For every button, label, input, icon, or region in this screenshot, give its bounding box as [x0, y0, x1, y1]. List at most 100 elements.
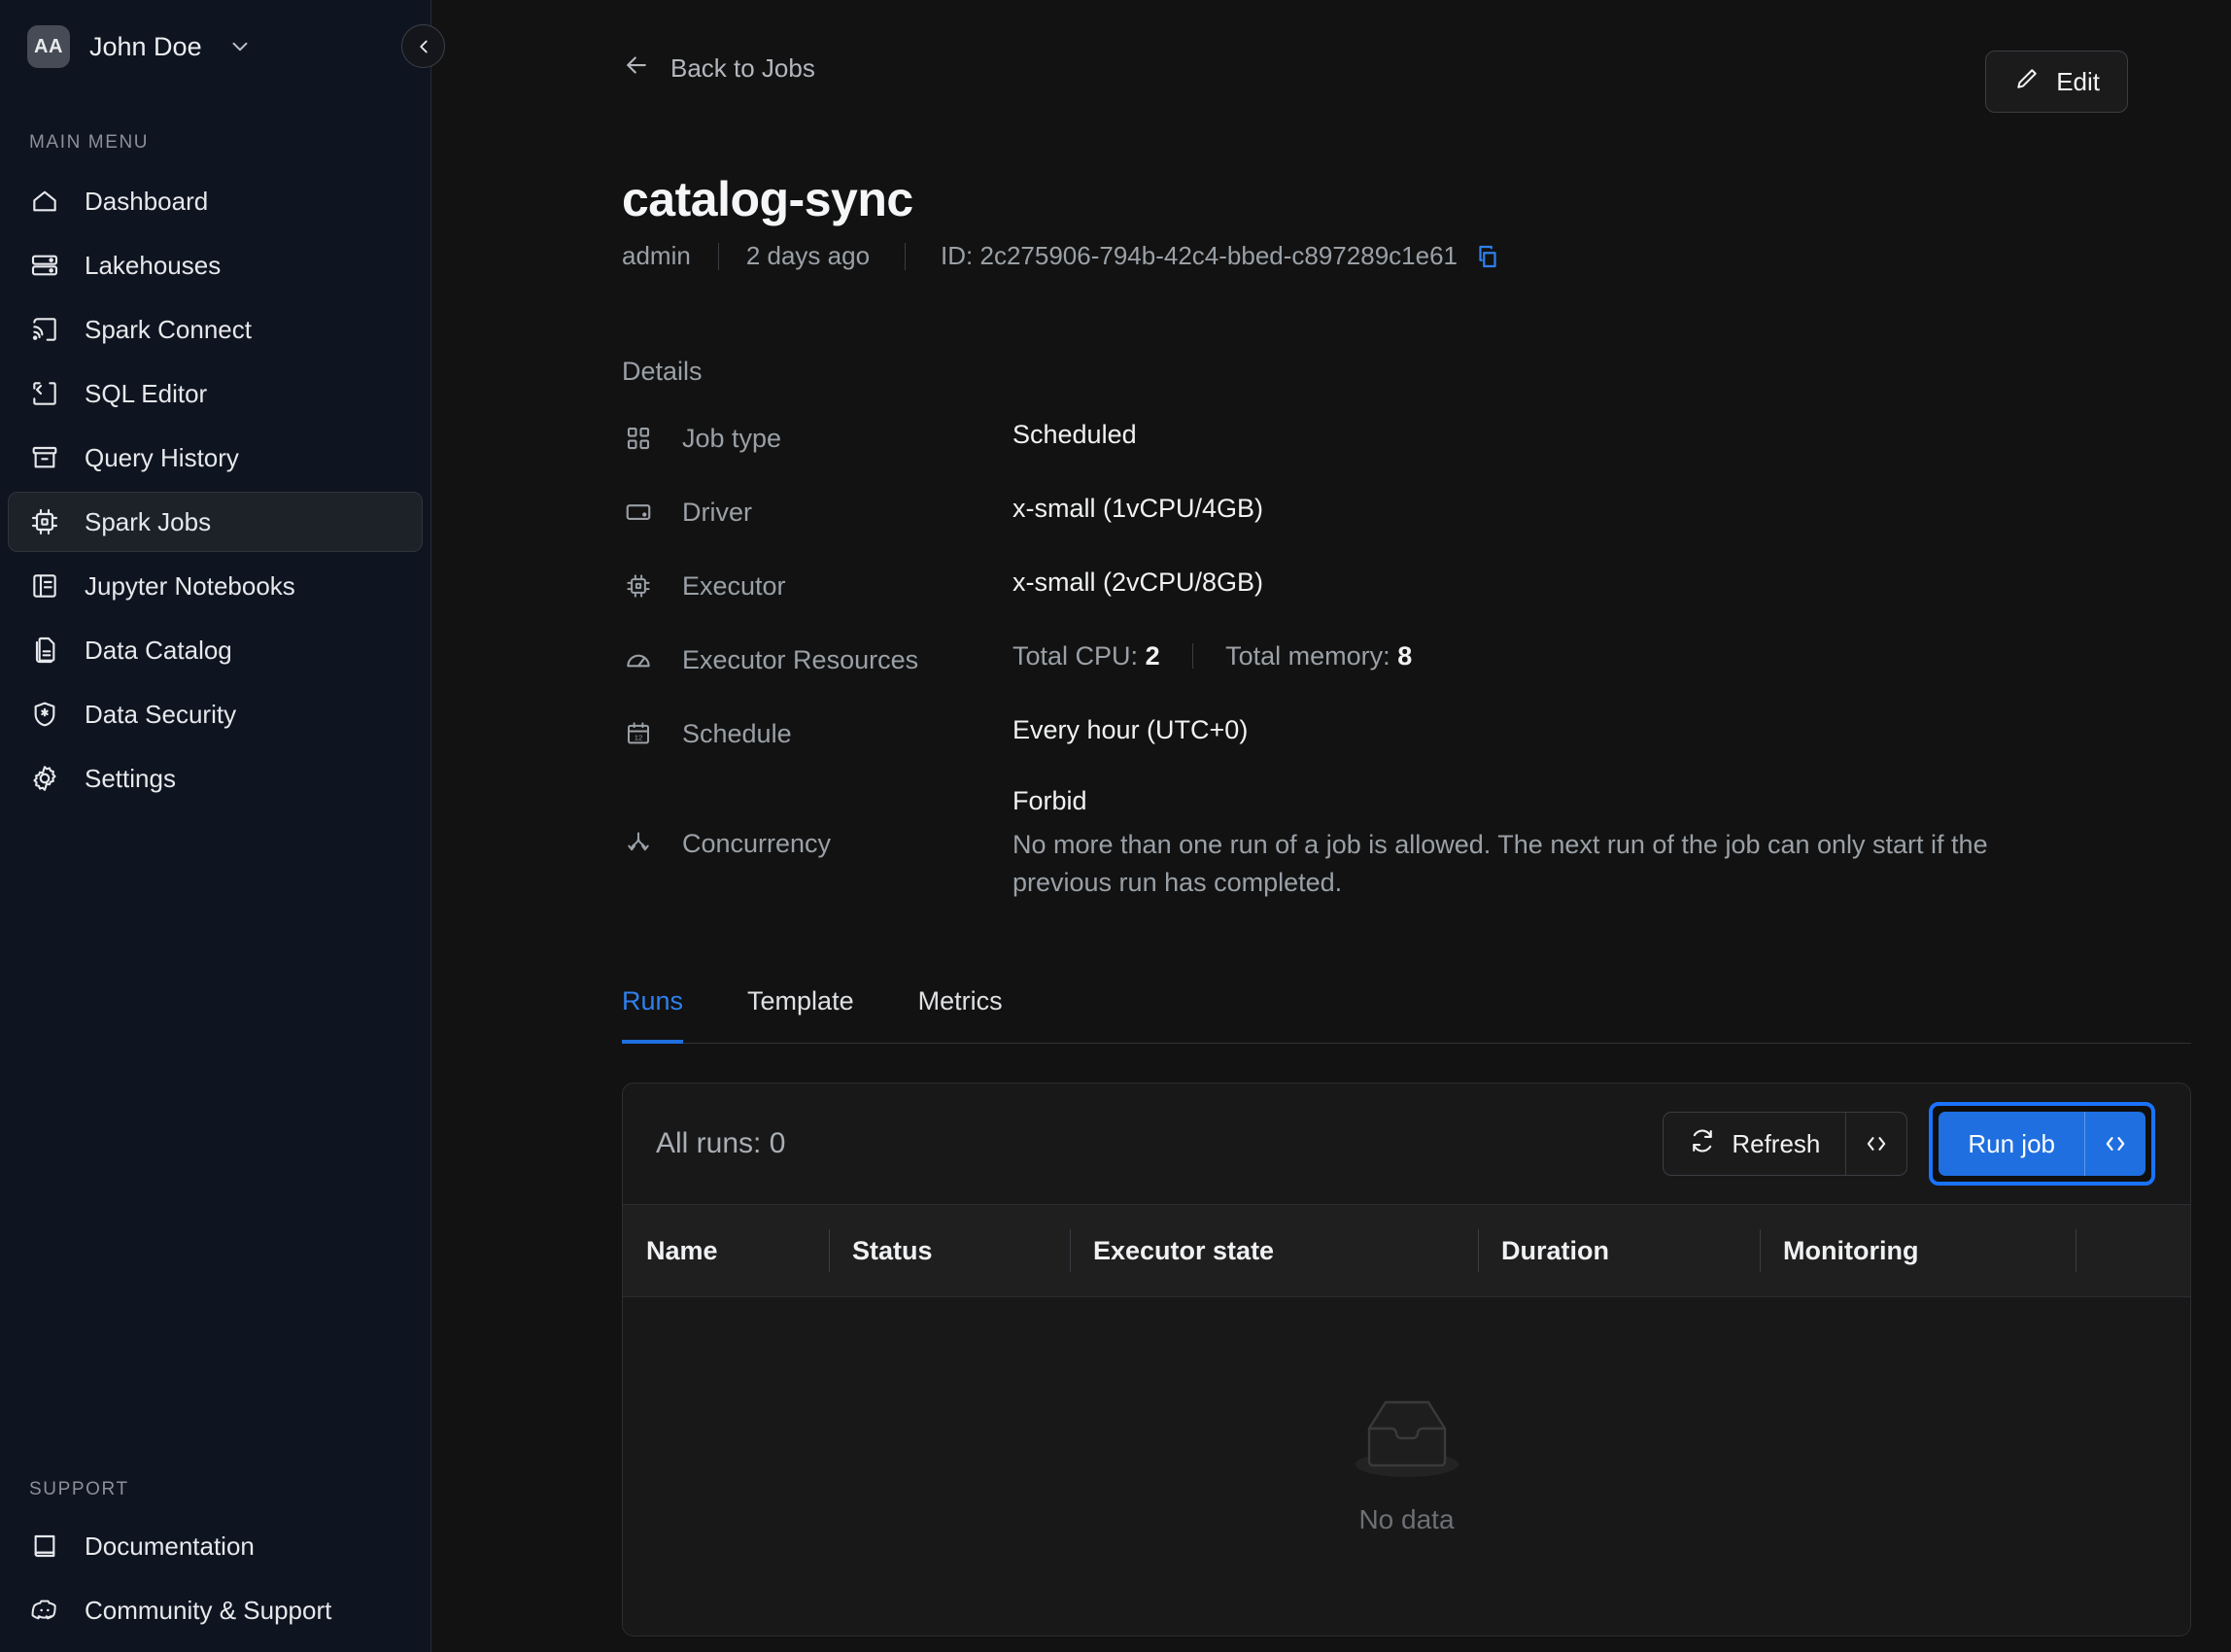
runs-card: All runs: 0 Refresh Run job Name Status … [622, 1083, 2191, 1636]
sidebar-item-data-security[interactable]: Data Security [8, 684, 423, 744]
detail-row-executor: Executor x-small (2vCPU/8GB) [622, 564, 2231, 637]
sidebar-item-label: Data Catalog [85, 635, 232, 665]
total-cpu-label: Total CPU: [1013, 641, 1139, 671]
driver-icon [622, 496, 655, 529]
branch-icon [622, 827, 655, 860]
meta-divider [905, 242, 907, 270]
main-content: Back to Jobs Edit catalog-sync admin 2 d… [431, 0, 2231, 1652]
archive-icon [28, 441, 61, 474]
column-header-executor-state: Executor state [1070, 1204, 1478, 1297]
grid-icon [622, 422, 655, 455]
arrow-left-icon [622, 51, 651, 86]
page-title: catalog-sync [622, 172, 913, 226]
detail-value: x-small (2vCPU/8GB) [1013, 568, 1264, 597]
sidebar-item-jupyter-notebooks[interactable]: Jupyter Notebooks [8, 556, 423, 616]
all-runs-count: All runs: 0 [656, 1127, 786, 1159]
calendar-icon: 12 [622, 717, 655, 750]
sidebar-item-label: Jupyter Notebooks [85, 570, 295, 601]
pencil-icon [2013, 65, 2041, 99]
sidebar-item-sql-editor[interactable]: SQL Editor [8, 363, 423, 424]
detail-key: Schedule [682, 718, 792, 748]
concurrency-title: Forbid [1013, 786, 1087, 816]
refresh-label: Refresh [1732, 1128, 1821, 1158]
column-header-duration: Duration [1478, 1204, 1760, 1297]
detail-row-schedule: 12 Schedule Every hour (UTC+0) [622, 711, 2231, 785]
sidebar-item-label: Lakehouses [85, 250, 222, 280]
svg-text:12: 12 [635, 733, 643, 741]
run-job-button[interactable]: Run job [1939, 1112, 2084, 1176]
sidebar-item-label: Community & Support [85, 1595, 332, 1625]
main-nav: Dashboard Lakehouses Spark Connect SQL E… [0, 171, 430, 809]
sidebar-item-lakehouses[interactable]: Lakehouses [8, 235, 423, 295]
runs-table-header: Name Status Executor state Duration Moni… [623, 1204, 2190, 1297]
empty-state: No data [1346, 1389, 1468, 1535]
detail-value-resources: Total CPU: 2 Total memory: 8 [1013, 637, 1412, 671]
support-label: SUPPORT [29, 1479, 129, 1499]
sidebar-item-spark-jobs[interactable]: Spark Jobs [8, 492, 423, 552]
total-memory-label: Total memory: [1225, 641, 1390, 671]
sidebar-collapse-button[interactable] [401, 24, 445, 68]
tab-runs[interactable]: Runs [622, 986, 684, 1044]
detail-value: Every hour (UTC+0) [1013, 715, 1249, 744]
cpu-icon [28, 505, 61, 538]
runs-table-body: No data [623, 1297, 2190, 1635]
cpu-icon [622, 569, 655, 602]
detail-key: Concurrency [682, 828, 832, 858]
sidebar-item-label: SQL Editor [85, 378, 208, 408]
inbox-icon [1346, 1389, 1468, 1495]
sidebar-item-query-history[interactable]: Query History [8, 428, 423, 488]
app-root: AA John Doe MAIN MENU Dashboard Lakehous… [0, 0, 2231, 1652]
avatar: AA [27, 25, 70, 68]
job-updated: 2 days ago [745, 241, 871, 270]
edit-label: Edit [2056, 66, 2100, 96]
detail-value: x-small (1vCPU/4GB) [1013, 494, 1264, 523]
edit-button[interactable]: Edit [1985, 51, 2128, 113]
tab-metrics[interactable]: Metrics [918, 986, 1003, 1044]
refresh-code-button[interactable] [1846, 1113, 1906, 1175]
shield-star-icon [28, 698, 61, 731]
column-header-actions [2076, 1204, 2190, 1297]
back-to-jobs-link[interactable]: Back to Jobs [622, 51, 815, 86]
detail-row-executor-resources: Executor Resources Total CPU: 2 Total me… [622, 637, 2231, 711]
copy-icon[interactable] [1473, 242, 1502, 271]
user-menu[interactable]: AA John Doe [0, 0, 430, 72]
sidebar-item-settings[interactable]: Settings [8, 748, 423, 809]
run-job-code-button[interactable] [2085, 1112, 2145, 1176]
concurrency-value: Forbid No more than one run of a job is … [1013, 786, 2077, 901]
total-cpu-value: 2 [1145, 641, 1160, 671]
run-job-label: Run job [1968, 1128, 2055, 1158]
sidebar-item-label: Dashboard [85, 186, 209, 216]
home-icon [28, 185, 61, 218]
support-nav: Documentation Community & Support [0, 1516, 430, 1640]
detail-key: Driver [682, 497, 752, 527]
refresh-split-button[interactable]: Refresh [1663, 1112, 1908, 1176]
sidebar-item-dashboard[interactable]: Dashboard [8, 171, 423, 231]
book-icon [28, 1530, 61, 1563]
total-memory-value: 8 [1397, 641, 1413, 671]
notebook-icon [28, 569, 61, 602]
runs-card-header: All runs: 0 Refresh Run job [623, 1084, 2190, 1204]
sidebar-item-spark-connect[interactable]: Spark Connect [8, 299, 423, 360]
run-job-split-button[interactable]: Run job [1939, 1112, 2145, 1176]
refresh-button[interactable]: Refresh [1664, 1113, 1845, 1175]
detail-key: Executor [682, 570, 786, 601]
detail-key: Executor Resources [682, 644, 919, 674]
sidebar-item-community-support[interactable]: Community & Support [8, 1580, 423, 1640]
column-header-monitoring: Monitoring [1760, 1204, 2076, 1297]
discord-icon [28, 1594, 61, 1627]
sidebar-item-documentation[interactable]: Documentation [8, 1516, 423, 1576]
tab-template[interactable]: Template [747, 986, 854, 1044]
details-list: Job type Scheduled Driver x-small (1vCPU… [622, 416, 2231, 902]
refresh-icon [1689, 1127, 1716, 1161]
chevron-down-icon [227, 34, 253, 59]
main-menu-section: MAIN MENU Dashboard Lakehouses Spark Con… [0, 132, 430, 809]
sidebar-item-label: Documentation [85, 1531, 255, 1561]
database-icon [28, 249, 61, 282]
code-square-icon [28, 377, 61, 410]
gauge-icon [622, 643, 655, 676]
sidebar-item-label: Query History [85, 442, 239, 472]
sidebar-item-label: Data Security [85, 699, 237, 729]
sidebar: AA John Doe MAIN MENU Dashboard Lakehous… [0, 0, 445, 1652]
sidebar-item-label: Settings [85, 763, 176, 793]
sidebar-item-data-catalog[interactable]: Data Catalog [8, 620, 423, 680]
